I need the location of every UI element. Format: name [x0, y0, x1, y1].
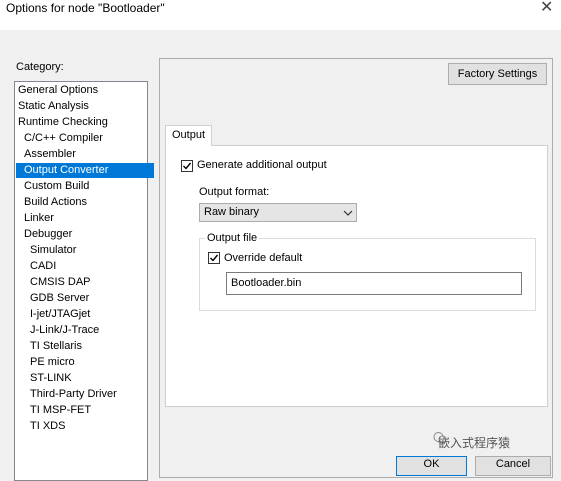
- category-item[interactable]: J-Link/J-Trace: [28, 323, 101, 338]
- category-item[interactable]: Simulator: [28, 243, 78, 258]
- category-item[interactable]: TI MSP-FET: [28, 403, 93, 418]
- close-icon[interactable]: ✕: [540, 0, 553, 17]
- output-format-select[interactable]: Raw binary: [199, 203, 357, 222]
- category-item[interactable]: CADI: [28, 259, 58, 274]
- title-bar: Options for node "Bootloader" ✕: [0, 0, 561, 30]
- generate-output-label: Generate additional output: [197, 159, 327, 171]
- category-item[interactable]: Third-Party Driver: [28, 387, 119, 402]
- category-item[interactable]: Assembler: [22, 147, 78, 162]
- category-item[interactable]: C/C++ Compiler: [22, 131, 105, 146]
- category-item[interactable]: Custom Build: [22, 179, 91, 194]
- category-item[interactable]: Static Analysis: [16, 99, 91, 114]
- category-item[interactable]: I-jet/JTAGjet: [28, 307, 92, 322]
- category-item[interactable]: TI Stellaris: [28, 339, 84, 354]
- category-list[interactable]: General Options Static Analysis Runtime Ch…: [14, 81, 154, 481]
- category-item[interactable]: General Options: [16, 83, 100, 98]
- checkmark-icon: [183, 162, 192, 170]
- category-item[interactable]: TI XDS: [28, 419, 67, 434]
- category-item[interactable]: Output Converter: [16, 163, 154, 178]
- category-item[interactable]: PE micro: [28, 355, 77, 370]
- cancel-button[interactable]: Cancel: [475, 456, 551, 476]
- category-item[interactable]: Runtime Checking: [16, 115, 110, 130]
- category-item[interactable]: Debugger: [22, 227, 74, 242]
- override-default-checkbox[interactable]: [208, 252, 220, 264]
- ok-button[interactable]: OK: [396, 456, 467, 476]
- window-title: Options for node "Bootloader": [6, 1, 165, 15]
- category-label: Category:: [16, 61, 64, 73]
- category-item[interactable]: CMSIS DAP: [28, 275, 93, 290]
- output-format-label: Output format:: [199, 186, 270, 198]
- category-item[interactable]: ST-LINK: [28, 371, 74, 386]
- checkmark-icon: [210, 254, 219, 262]
- output-file-group-label: Output file: [205, 232, 260, 244]
- category-item[interactable]: GDB Server: [28, 291, 91, 306]
- override-default-label: Override default: [224, 252, 303, 264]
- category-item[interactable]: Build Actions: [22, 195, 89, 210]
- output-format-value: Raw binary: [204, 206, 260, 218]
- chevron-down-icon: [343, 210, 353, 216]
- watermark-text: 嵌入式程序猿: [438, 436, 511, 450]
- category-item[interactable]: Linker: [22, 211, 56, 226]
- factory-settings-button[interactable]: Factory Settings: [448, 63, 547, 85]
- generate-output-checkbox[interactable]: [181, 160, 193, 172]
- output-filename-field[interactable]: Bootloader.bin: [226, 272, 522, 295]
- tab-output[interactable]: Output: [165, 125, 212, 146]
